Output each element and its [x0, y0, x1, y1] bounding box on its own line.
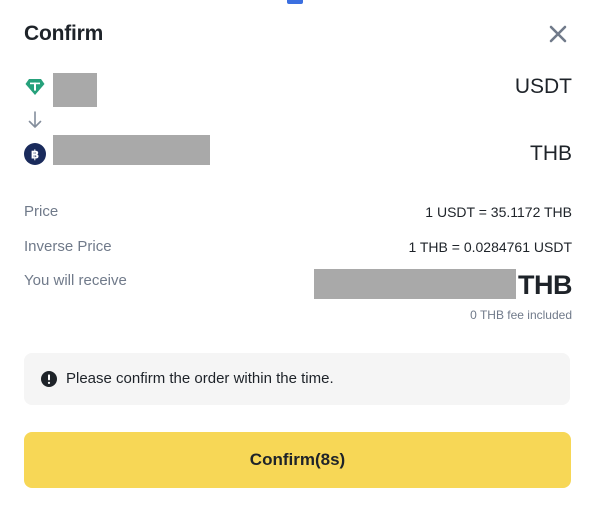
arrow-down-icon: [27, 110, 43, 130]
receive-asset-symbol: THB: [518, 270, 573, 300]
close-button[interactable]: [547, 23, 569, 45]
close-icon: [549, 25, 567, 43]
svg-text:฿: ฿: [31, 148, 39, 162]
to-amount-redacted: [53, 135, 210, 165]
price-label: Price: [24, 203, 59, 220]
confirm-button[interactable]: Confirm(8s): [24, 432, 571, 488]
notice-box: Please confirm the order within the time…: [24, 353, 570, 405]
receive-amount-redacted: [314, 269, 516, 299]
inverse-price-value: 1 THB = 0.0284761 USDT: [408, 239, 572, 255]
from-asset-symbol: USDT: [514, 75, 572, 98]
exclamation-circle-icon: [41, 371, 57, 387]
tether-icon: [25, 78, 45, 96]
top-accent-bar: [287, 0, 303, 4]
dialog-title: Confirm: [24, 22, 104, 45]
from-amount-redacted: [53, 73, 97, 107]
to-asset-symbol: THB: [530, 142, 572, 165]
thai-baht-icon: ฿: [24, 143, 46, 165]
inverse-price-label: Inverse Price: [24, 238, 112, 255]
receive-label: You will receive: [24, 272, 127, 289]
fee-note: 0 THB fee included: [470, 308, 572, 322]
notice-text: Please confirm the order within the time…: [66, 370, 334, 387]
price-value: 1 USDT = 35.1172 THB: [425, 204, 572, 220]
